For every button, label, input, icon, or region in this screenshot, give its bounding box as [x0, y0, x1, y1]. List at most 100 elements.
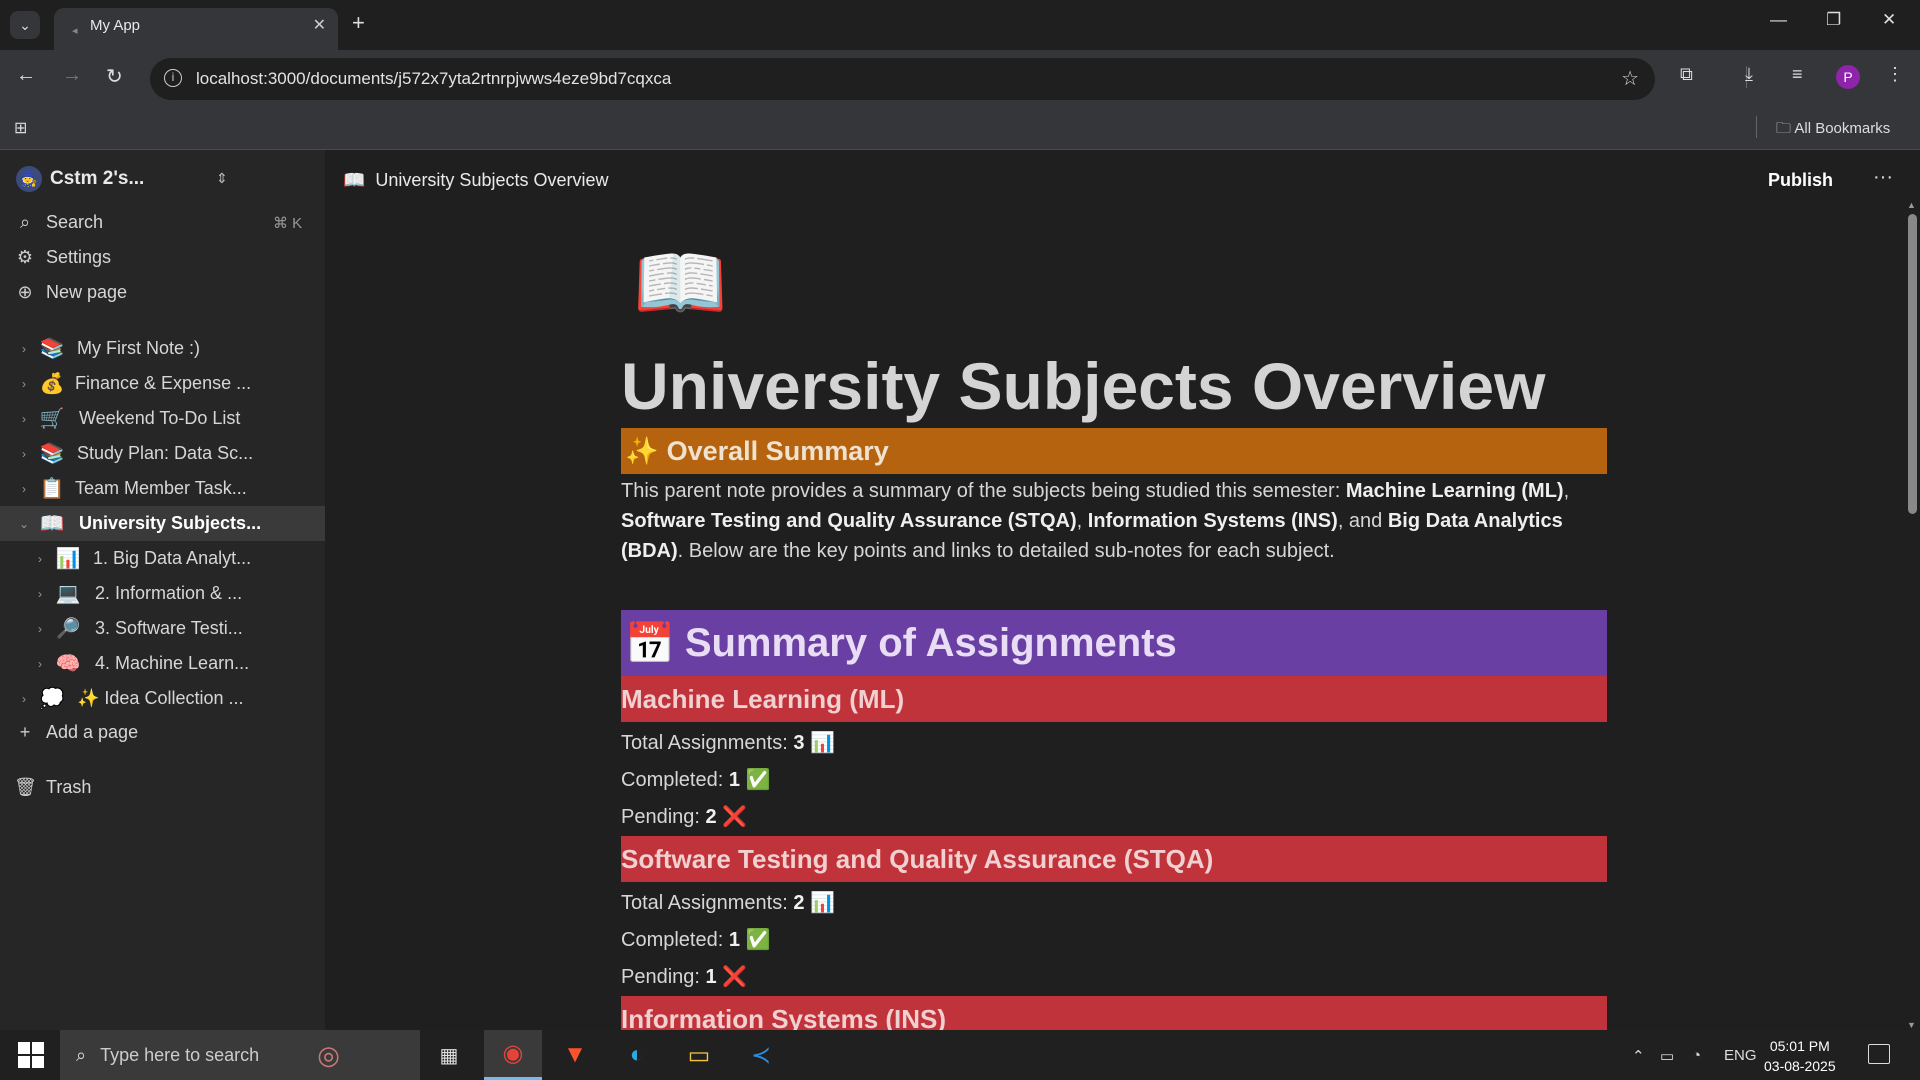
sidebar-subpage-software-testing[interactable]: › 🔎 3. Software Testi... — [0, 611, 325, 646]
wifi-icon[interactable]: ◔ — [1692, 1047, 1701, 1064]
tab-title: My App — [90, 17, 141, 34]
sidebar-new-page[interactable]: ⊕ New page — [14, 282, 127, 303]
back-arrow-icon[interactable]: ← — [16, 64, 36, 87]
workspace-switcher[interactable]: 🧙 Cstm 2's... — [16, 166, 144, 192]
chevron-down-icon[interactable]: ⌄ — [17, 517, 31, 531]
chevron-right-icon[interactable]: › — [17, 342, 31, 356]
page-label: My First Note :) — [77, 338, 201, 358]
sidebar-subpage-machine-learning[interactable]: › 🧠 4. Machine Learn... — [0, 646, 325, 681]
tab-close-icon[interactable]: ✕ — [313, 15, 326, 35]
subject-stqa: Software Testing and Quality Assurance (… — [621, 510, 1077, 532]
site-info-icon[interactable]: i — [164, 69, 182, 87]
url-text[interactable]: localhost:3000/documents/j572x7yta2rtnrp… — [196, 69, 671, 89]
chevron-right-icon[interactable]: › — [33, 552, 47, 566]
page-emoji: 💭 — [39, 688, 65, 710]
calendar-icon: 📅 — [625, 621, 675, 666]
sidebar-page-team-member[interactable]: › 📋 Team Member Task... — [0, 471, 325, 506]
task-view-icon[interactable]: ▦ — [420, 1030, 478, 1080]
apps-grid-icon[interactable]: ⊞ — [14, 118, 27, 138]
subject-ml: Machine Learning (ML) — [1345, 480, 1564, 502]
chevron-right-icon[interactable]: › — [17, 447, 31, 461]
sparkles-icon: ✨ — [625, 436, 659, 466]
minimize-icon[interactable]: — — [1770, 10, 1787, 30]
forward-arrow-icon[interactable]: → — [62, 64, 82, 87]
sidebar-page-study-plan[interactable]: › 📚 Study Plan: Data Sc... — [0, 436, 325, 471]
battery-icon[interactable]: ▭ — [1660, 1047, 1674, 1065]
tray-chevron-up-icon[interactable]: ⌃ — [1632, 1047, 1645, 1065]
restore-icon[interactable]: ❐ — [1826, 10, 1841, 30]
browser-menu-icon[interactable]: ⋮ — [1886, 64, 1904, 85]
language-indicator[interactable]: ENG — [1724, 1047, 1757, 1064]
page-icon[interactable]: 📖 — [633, 238, 728, 328]
stat-label: Completed: — [621, 929, 724, 951]
notification-center-icon[interactable] — [1868, 1044, 1890, 1064]
overall-summary-label: Overall Summary — [666, 435, 889, 466]
sidebar-page-weekend-todo[interactable]: › 🛒 Weekend To-Do List — [0, 401, 325, 436]
publish-button[interactable]: Publish — [1768, 170, 1833, 191]
page-label: ✨ Idea Collection ... — [77, 688, 244, 708]
breadcrumb[interactable]: 📖 University Subjects Overview — [343, 170, 609, 191]
sidebar-add-page[interactable]: + Add a page — [14, 722, 138, 743]
scrollbar-thumb[interactable] — [1908, 214, 1917, 514]
chevron-up-down-icon[interactable]: ⇕ — [216, 170, 228, 187]
chrome-icon[interactable]: ◉ — [484, 1030, 542, 1080]
cortana-rings-icon[interactable]: ◎ — [317, 1040, 340, 1071]
assignments-heading: 📅 Summary of Assignments — [621, 610, 1607, 676]
file-explorer-icon[interactable]: ▭ — [670, 1030, 728, 1080]
taskbar-search[interactable]: ⌕ Type here to search ◎ — [60, 1030, 420, 1080]
sidebar-subpage-information[interactable]: › 💻 2. Information & ... — [0, 576, 325, 611]
more-options-icon[interactable]: ··· — [1873, 166, 1893, 189]
sidebar-page-my-first-note[interactable]: › 📚 My First Note :) — [0, 331, 325, 366]
brave-icon[interactable]: ▼ — [546, 1030, 604, 1080]
scroll-down-arrow-icon[interactable]: ▼ — [1907, 1020, 1916, 1030]
profile-avatar[interactable]: P — [1836, 65, 1860, 89]
download-icon[interactable]: ⤓ — [1745, 64, 1753, 85]
scroll-up-arrow-icon[interactable]: ▲ — [1907, 200, 1916, 210]
scrollbar[interactable]: ▲ ▼ — [1904, 200, 1920, 1030]
all-bookmarks-label: All Bookmarks — [1794, 120, 1891, 137]
page-label: 1. Big Data Analyt... — [93, 548, 252, 568]
summary-separator: , — [1076, 510, 1088, 532]
sidebar-search[interactable]: ⌕ Search — [14, 212, 103, 233]
trash-icon: 🗑 — [14, 777, 37, 797]
page-emoji: 🛒 — [39, 408, 65, 430]
chevron-right-icon[interactable]: › — [17, 692, 31, 706]
windows-start-icon[interactable] — [18, 1042, 44, 1068]
sidebar-page-idea-collection[interactable]: › 💭 ✨ Idea Collection ... — [0, 681, 325, 716]
stat-value: 1 — [728, 929, 740, 951]
sidebar-settings[interactable]: ⚙ Settings — [14, 247, 111, 268]
chevron-right-icon[interactable]: › — [17, 377, 31, 391]
sidebar-page-university-subjects[interactable]: ⌄ 📖 University Subjects... — [0, 506, 325, 541]
media-control-icon[interactable]: ≡ — [1792, 64, 1803, 85]
address-bar[interactable]: i localhost:3000/documents/j572x7yta2rtn… — [150, 58, 1655, 100]
chevron-right-icon[interactable]: › — [33, 622, 47, 636]
chevron-right-icon[interactable]: › — [33, 657, 47, 671]
chevron-right-icon[interactable]: › — [17, 412, 31, 426]
system-clock[interactable]: 05:01 PM 03-08-2025 — [1764, 1036, 1836, 1076]
sidebar-new-page-label: New page — [46, 282, 128, 302]
chevron-right-icon[interactable]: › — [33, 587, 47, 601]
new-tab-plus-icon[interactable]: + — [352, 10, 365, 36]
chevron-right-icon[interactable]: › — [17, 482, 31, 496]
stat-value: 2 — [705, 806, 717, 828]
close-window-icon[interactable]: ✕ — [1882, 10, 1896, 30]
edge-icon[interactable]: ◐ — [608, 1030, 666, 1080]
all-bookmarks-button[interactable]: 🗀 All Bookmarks — [1776, 118, 1890, 143]
browser-tab[interactable]: ◂ My App ✕ — [54, 8, 338, 50]
sidebar-subpage-big-data[interactable]: › 📊 1. Big Data Analyt... — [0, 541, 325, 576]
clock-time: 05:01 PM — [1769, 1038, 1830, 1054]
sidebar-trash[interactable]: 🗑 Trash — [14, 777, 91, 798]
bookmarks-divider — [1756, 116, 1757, 138]
bookmark-star-icon[interactable]: ☆ — [1621, 66, 1639, 91]
cross-icon: ❌ — [722, 806, 748, 828]
extensions-icon[interactable]: ⧉ — [1680, 64, 1693, 85]
vscode-icon[interactable]: ≺ — [732, 1030, 790, 1080]
subject-heading-ml: Machine Learning (ML) — [621, 676, 1607, 722]
page-title[interactable]: University Subjects Overview — [621, 348, 1545, 424]
tab-search-chevron-icon[interactable]: ⌄ — [10, 11, 40, 39]
plus-icon: + — [19, 722, 31, 742]
reload-icon[interactable]: ↻ — [106, 64, 123, 89]
sidebar-page-finance[interactable]: › 💰 Finance & Expense ... — [0, 366, 325, 401]
sidebar-trash-label: Trash — [46, 777, 92, 797]
page-label: Finance & Expense ... — [75, 373, 252, 393]
